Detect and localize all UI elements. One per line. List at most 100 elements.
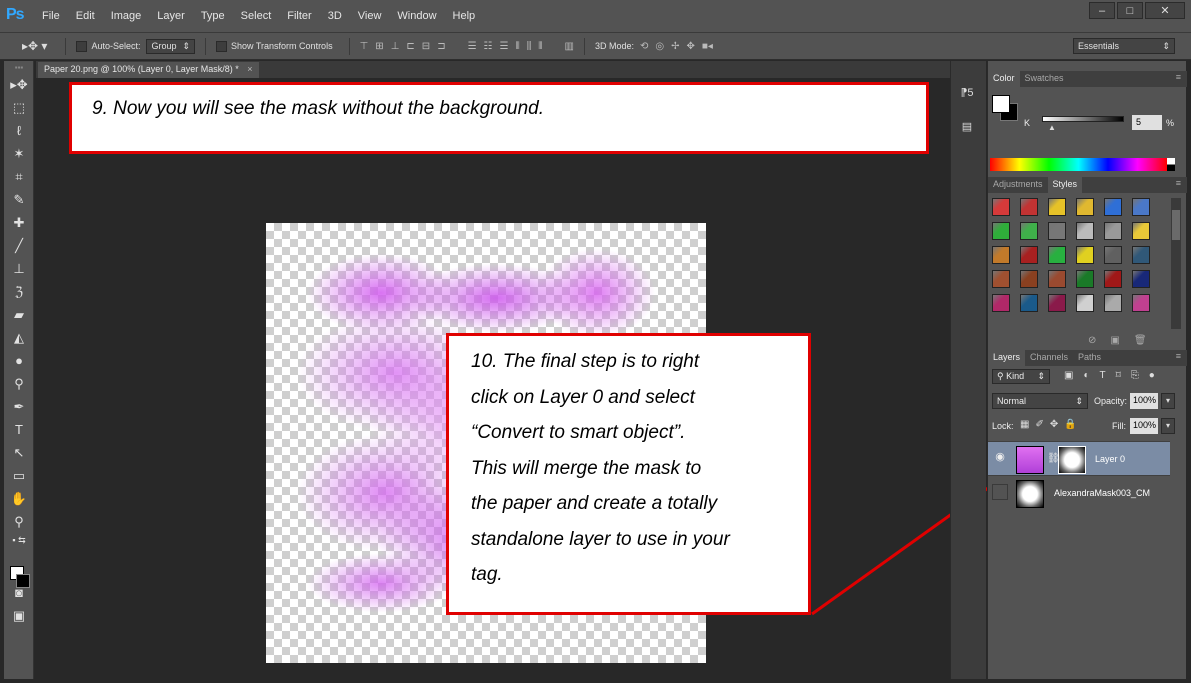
filter-pixel-icon[interactable]: ▣ [1064,370,1073,381]
swap-colors-icon[interactable]: ▪ ⇆ [4,533,34,547]
style-swatch[interactable] [992,294,1010,312]
3d-roll-icon[interactable]: ◎ [655,41,664,52]
tab-layers[interactable]: Layers [988,350,1026,366]
lock-position-icon[interactable]: ✥ [1050,419,1058,430]
distribute-left-icon[interactable]: ⫴ [515,41,519,52]
style-swatch[interactable] [1104,294,1122,312]
lock-all-icon[interactable]: 🔒 [1064,419,1076,430]
type-tool-icon[interactable]: T [4,418,34,441]
style-swatch[interactable] [1076,198,1094,216]
align-top-icon[interactable]: ⊤ [360,41,369,52]
tab-color[interactable]: Color [988,71,1020,87]
style-swatch[interactable] [992,222,1010,240]
style-swatch[interactable] [1020,222,1038,240]
close-button[interactable]: ✕ [1145,2,1185,19]
history-brush-tool-icon[interactable]: ℨ [4,280,34,303]
menu-image[interactable]: Image [111,10,142,22]
layer-filter-dropdown[interactable]: ⚲ Kind ⇕ [992,369,1050,384]
visibility-toggle[interactable] [992,484,1008,500]
3d-scale-icon[interactable]: ■◂ [702,41,713,52]
marquee-tool-icon[interactable]: ⬚ [4,96,34,119]
menu-help[interactable]: Help [453,10,476,22]
style-swatch[interactable] [1020,198,1038,216]
pen-tool-icon[interactable]: ✒ [4,395,34,418]
layer-row-alexandramask[interactable]: AlexandraMask003_CM [988,475,1170,509]
menu-window[interactable]: Window [397,10,436,22]
style-swatch[interactable] [1048,222,1066,240]
background-color-swatch[interactable] [16,574,30,588]
distribute-top-icon[interactable]: ☰ [468,41,477,52]
3d-pan-icon[interactable]: ✢ [671,41,679,52]
style-swatch[interactable] [1132,294,1150,312]
zoom-tool-icon[interactable]: ⚲ [4,510,34,533]
panel-menu-icon[interactable]: ≡ [1176,72,1181,82]
style-swatch[interactable] [992,198,1010,216]
style-swatch[interactable] [1104,246,1122,264]
brush-tool-icon[interactable]: ╱ [4,234,34,257]
color-spectrum-bar[interactable] [990,158,1167,171]
style-swatch[interactable] [1132,222,1150,240]
screen-mode-icon[interactable]: ▣ [4,604,34,627]
align-left-icon[interactable]: ⊏ [406,41,414,52]
dodge-tool-icon[interactable]: ⚲ [4,372,34,395]
clone-stamp-tool-icon[interactable]: ⊥ [4,257,34,280]
style-swatch[interactable] [1076,246,1094,264]
auto-select-checkbox[interactable] [76,40,88,52]
distribute-right-icon[interactable]: ⫴ [538,41,542,52]
lock-pixels-icon[interactable]: ✐ [1035,419,1043,430]
align-hcenter-icon[interactable]: ⊟ [422,41,430,52]
style-swatch[interactable] [1048,198,1066,216]
black-white-ramp[interactable] [1167,158,1175,171]
close-tab-icon[interactable]: × [247,64,252,74]
align-bottom-icon[interactable]: ⊥ [391,41,400,52]
style-swatch[interactable] [1076,294,1094,312]
style-swatch[interactable] [1048,294,1066,312]
tab-adjustments[interactable]: Adjustments [988,177,1048,193]
layer-mask-thumbnail[interactable] [1058,446,1086,474]
style-swatch[interactable] [1020,270,1038,288]
style-swatch[interactable] [1020,246,1038,264]
fill-dropdown-icon[interactable]: ▾ [1161,418,1175,434]
filter-adjustment-icon[interactable]: ◐ [1083,370,1089,381]
k-value-field[interactable]: 5 [1132,115,1162,130]
filter-smart-object-icon[interactable]: ⎘ [1131,370,1139,381]
opacity-dropdown-icon[interactable]: ▾ [1161,393,1175,409]
lasso-tool-icon[interactable]: ℓ [4,119,34,142]
magic-wand-tool-icon[interactable]: ✶ [4,142,34,165]
menu-select[interactable]: Select [241,10,272,22]
layer-thumbnail[interactable] [1016,446,1044,474]
distribute-bottom-icon[interactable]: ☰ [500,41,509,52]
k-slider[interactable] [1042,116,1124,122]
color-foreground-swatch[interactable] [992,95,1010,113]
align-vcenter-icon[interactable]: ⊞ [375,41,383,52]
filter-toggle-icon[interactable]: ● [1149,370,1155,381]
style-swatch[interactable] [992,246,1010,264]
styles-scrollbar[interactable] [1171,198,1181,329]
menu-filter[interactable]: Filter [287,10,311,22]
3d-rotate-icon[interactable]: ⟲ [640,41,648,52]
new-style-icon[interactable]: ▣ [1110,335,1119,346]
style-swatch[interactable] [1048,270,1066,288]
menu-3d[interactable]: 3D [328,10,342,22]
slider-thumb-icon[interactable]: ▲ [1048,123,1056,132]
minimize-button[interactable]: – [1089,2,1115,19]
trash-icon[interactable]: 🗑 [1134,335,1147,346]
clear-style-icon[interactable]: ⊘ [1088,335,1096,346]
menu-file[interactable]: File [42,10,60,22]
auto-align-icon[interactable]: ▥ [565,41,574,52]
blur-tool-icon[interactable]: ● [4,349,34,372]
distribute-vcenter-icon[interactable]: ☷ [484,41,493,52]
lock-transparency-icon[interactable]: ▦ [1020,419,1029,430]
tab-swatches[interactable]: Swatches [1020,71,1069,87]
style-swatch[interactable] [1104,270,1122,288]
tab-channels[interactable]: Channels [1025,350,1073,366]
blend-mode-dropdown[interactable]: Normal ⇕ [992,393,1088,409]
properties-panel-icon[interactable]: ▤ [955,115,979,137]
layer-thumbnail[interactable] [1016,480,1044,508]
history-panel-icon[interactable]: ⁋5 [955,81,979,103]
filter-type-icon[interactable]: T [1100,370,1106,381]
workspace-dropdown[interactable]: Essentials ⇕ [1073,38,1175,54]
paint-bucket-tool-icon[interactable]: ◭ [4,326,34,349]
style-swatch[interactable] [1132,246,1150,264]
show-transform-checkbox[interactable] [216,40,228,52]
